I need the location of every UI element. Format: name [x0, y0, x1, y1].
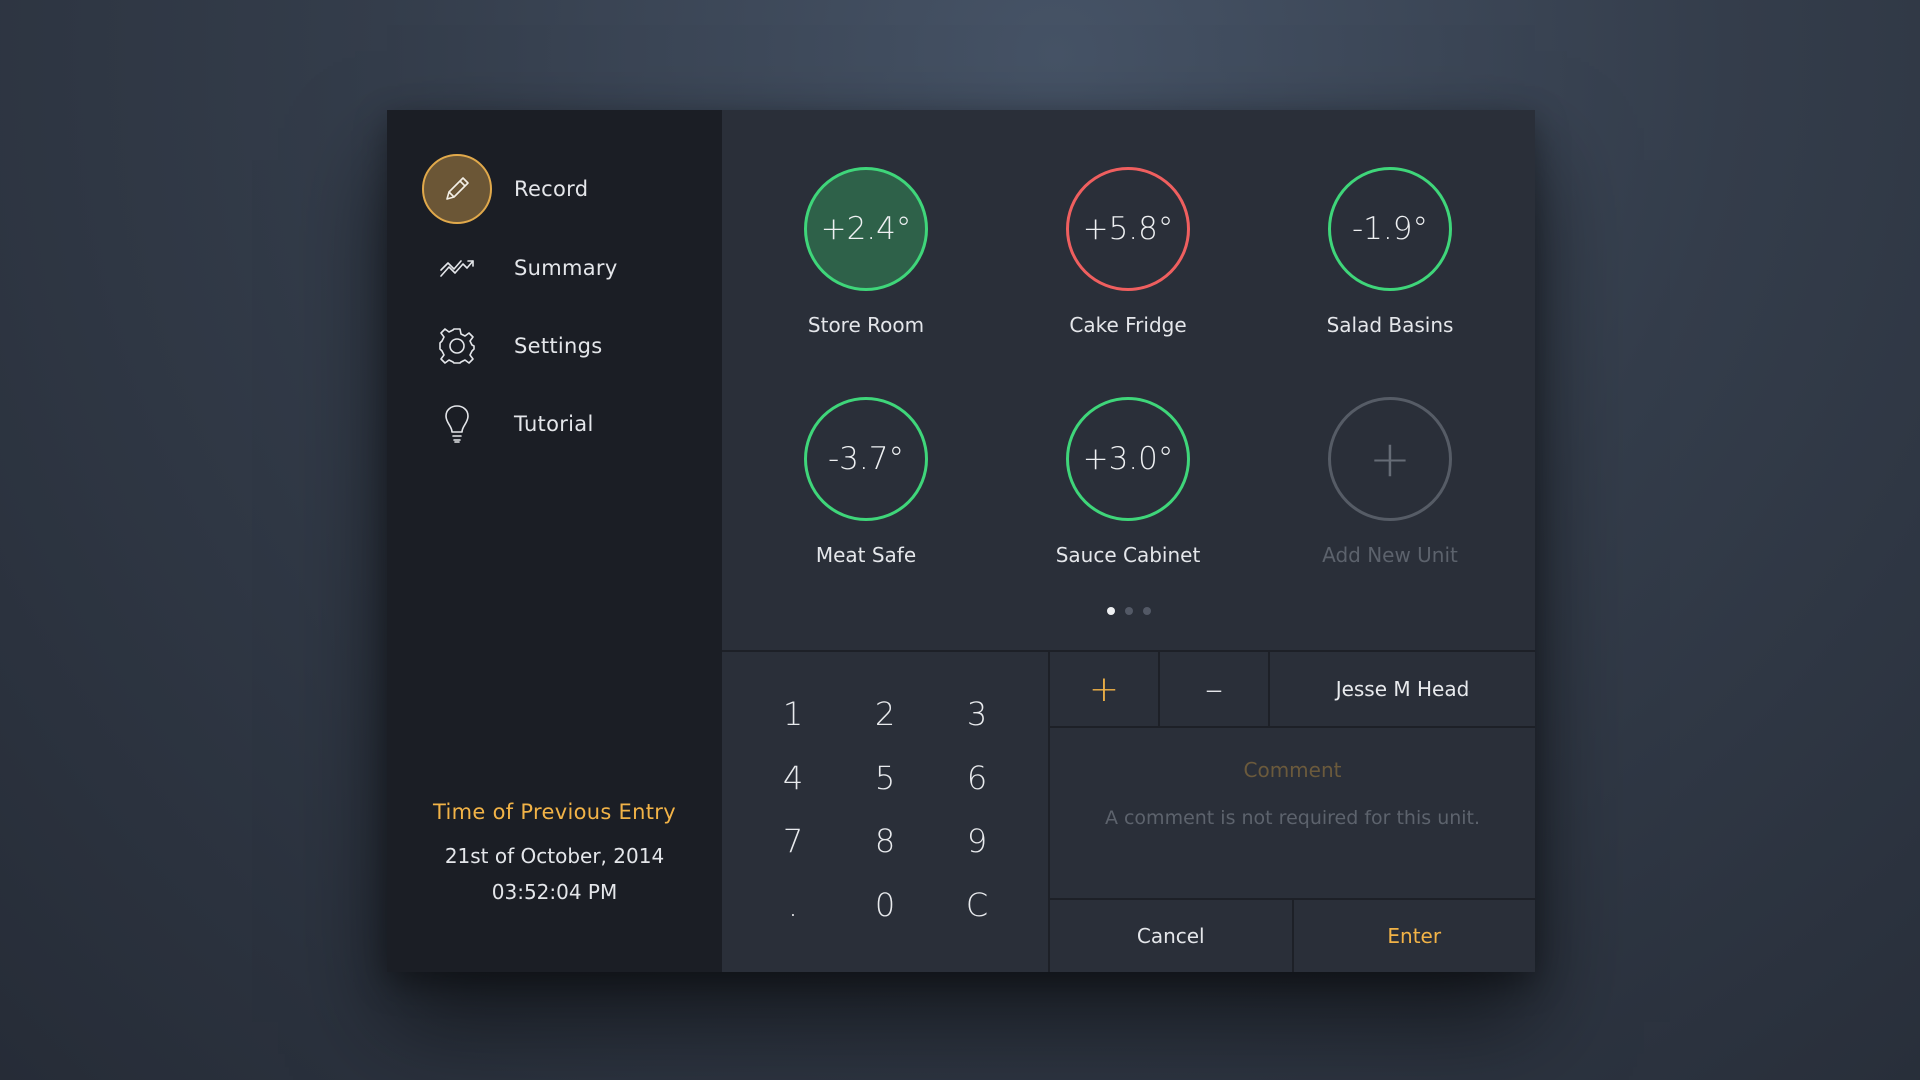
unit-name: Sauce Cabinet: [1055, 543, 1201, 567]
nav-label-summary: Summary: [514, 256, 618, 280]
unit-name: Cake Fridge: [1069, 313, 1187, 337]
trend-chart-icon: [422, 233, 492, 303]
previous-entry: Time of Previous Entry 21st of October, …: [387, 800, 722, 904]
cancel-button[interactable]: Cancel: [1050, 900, 1294, 972]
unit-cake-fridge[interactable]: +5.8° Cake Fridge: [1028, 167, 1228, 337]
key-7[interactable]: 7: [747, 810, 839, 874]
comment-field[interactable]: Comment A comment is not required for th…: [1050, 728, 1535, 900]
add-unit-button[interactable]: + Add New Unit: [1290, 397, 1490, 567]
unit-temperature-ring: +2.4°: [804, 167, 928, 291]
unit-temperature-ring: +5.8°: [1066, 167, 1190, 291]
numeric-keypad: 1 2 3 4 5 6 7 8 9 . 0 C: [722, 652, 1048, 972]
nav-label-settings: Settings: [514, 334, 603, 358]
nav-item-summary[interactable]: Summary: [422, 232, 702, 304]
nav-label-tutorial: Tutorial: [514, 412, 594, 436]
key-8[interactable]: 8: [839, 810, 931, 874]
key-9[interactable]: 9: [931, 810, 1023, 874]
nav-item-settings[interactable]: Settings: [422, 310, 702, 382]
unit-temperature: +5.8°: [1082, 211, 1174, 247]
unit-temperature-ring: -1.9°: [1328, 167, 1452, 291]
key-5[interactable]: 5: [839, 746, 931, 810]
key-2[interactable]: 2: [839, 682, 931, 746]
key-6[interactable]: 6: [931, 746, 1023, 810]
app-window: Record Summary Settings Tutorial Time of…: [387, 110, 1535, 972]
entry-panel: + – Jesse M Head Comment A comment is no…: [1050, 652, 1535, 972]
page-dot[interactable]: [1142, 607, 1151, 615]
nav-item-record[interactable]: Record: [422, 153, 702, 225]
plus-icon: +: [1328, 397, 1452, 521]
nav-label-record: Record: [514, 177, 589, 201]
unit-meat-safe[interactable]: -3.7° Meat Safe: [766, 397, 966, 567]
unit-temperature: +2.4°: [820, 211, 912, 247]
previous-entry-title: Time of Previous Entry: [433, 800, 676, 824]
lightbulb-icon: [422, 389, 492, 459]
nav-item-tutorial[interactable]: Tutorial: [422, 388, 702, 460]
key-decimal[interactable]: .: [747, 873, 839, 937]
page-dot-active[interactable]: [1106, 607, 1115, 615]
unit-temperature: -1.9°: [1352, 211, 1428, 247]
enter-button[interactable]: Enter: [1294, 900, 1536, 972]
add-unit-symbol: +: [1369, 430, 1411, 488]
unit-temperature-ring: -3.7°: [804, 397, 928, 521]
unit-temperature-ring: +3.0°: [1066, 397, 1190, 521]
unit-sauce-cabinet[interactable]: +3.0° Sauce Cabinet: [1028, 397, 1228, 567]
unit-name: Meat Safe: [815, 543, 917, 567]
key-4[interactable]: 4: [747, 746, 839, 810]
key-1[interactable]: 1: [747, 682, 839, 746]
add-unit-label: Add New Unit: [1322, 543, 1458, 567]
unit-temperature: +3.0°: [1082, 441, 1174, 477]
page-dot[interactable]: [1124, 607, 1133, 615]
previous-entry-date: 21st of October, 2014: [444, 844, 665, 868]
key-clear[interactable]: C: [931, 873, 1023, 937]
key-0[interactable]: 0: [839, 873, 931, 937]
unit-grid: +2.4° Store Room +5.8° Cake Fridge -1.9°…: [722, 110, 1535, 650]
key-3[interactable]: 3: [931, 682, 1023, 746]
page-indicator: [722, 607, 1535, 615]
previous-entry-time: 03:52:04 PM: [491, 880, 618, 904]
main-panel: +2.4° Store Room +5.8° Cake Fridge -1.9°…: [722, 110, 1535, 972]
entry-actions: Cancel Enter: [1050, 900, 1535, 972]
comment-title: Comment: [1243, 758, 1342, 782]
unit-name: Salad Basins: [1326, 313, 1454, 337]
unit-salad-basins[interactable]: -1.9° Salad Basins: [1290, 167, 1490, 337]
entry-toolbar: + – Jesse M Head: [1050, 652, 1535, 728]
comment-note: A comment is not required for this unit.: [1104, 807, 1481, 829]
pencil-icon: [422, 154, 492, 224]
unit-temperature: -3.7°: [828, 441, 904, 477]
minus-button[interactable]: –: [1160, 652, 1270, 726]
unit-store-room[interactable]: +2.4° Store Room: [766, 167, 966, 337]
gear-icon: [422, 311, 492, 381]
sidebar: Record Summary Settings Tutorial Time of…: [387, 110, 722, 972]
plus-button[interactable]: +: [1050, 652, 1160, 726]
unit-name: Store Room: [807, 313, 925, 337]
user-name[interactable]: Jesse M Head: [1270, 652, 1535, 726]
